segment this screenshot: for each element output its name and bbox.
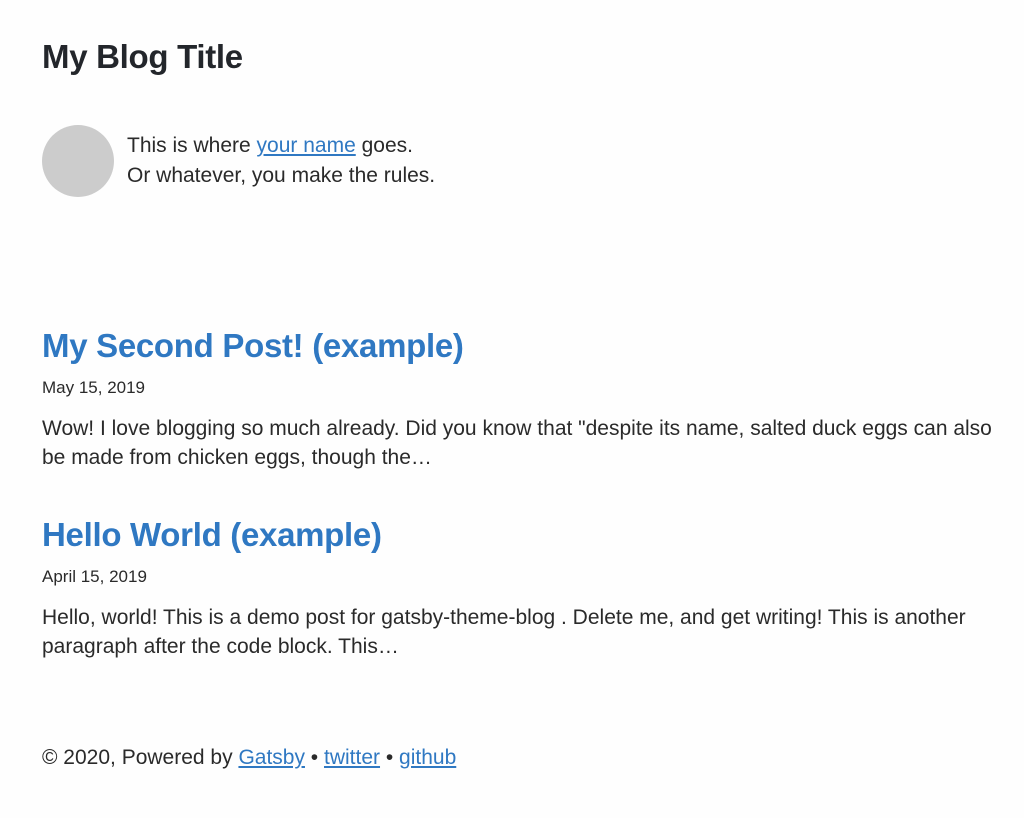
site-title[interactable]: My Blog Title: [42, 37, 243, 77]
bio-line1-suffix: goes.: [355, 134, 413, 157]
github-link[interactable]: github: [399, 746, 456, 769]
post-date: April 15, 2019: [42, 567, 147, 586]
post-date: May 15, 2019: [42, 378, 146, 397]
bio-line2: Or whatever, you make the rules.: [127, 164, 436, 187]
avatar: [42, 125, 114, 197]
footer-copyright: © 2020, Powered by: [42, 746, 239, 769]
bio-text: This is where your name goes. Or whateve…: [127, 131, 435, 191]
post-item: Hello World (example) April 15, 2019 Hel…: [42, 515, 1002, 661]
bio-line1-prefix: This is where: [127, 134, 257, 157]
bio-name-link[interactable]: your name: [257, 134, 356, 157]
post-title-link[interactable]: My Second Post! (example): [42, 326, 1002, 366]
twitter-link[interactable]: twitter: [324, 746, 380, 769]
post-item: My Second Post! (example) May 15, 2019 W…: [42, 326, 1002, 472]
footer-separator: •: [380, 746, 400, 769]
gatsby-link[interactable]: Gatsby: [238, 746, 305, 769]
post-excerpt: Wow! I love blogging so much already. Di…: [42, 417, 992, 469]
footer: © 2020, Powered by Gatsby • twitter • gi…: [42, 743, 456, 773]
post-excerpt: Hello, world! This is a demo post for ga…: [42, 606, 966, 658]
footer-separator: •: [304, 746, 324, 769]
post-title-link[interactable]: Hello World (example): [42, 515, 1002, 555]
bio: This is where your name goes. Or whateve…: [42, 125, 435, 197]
